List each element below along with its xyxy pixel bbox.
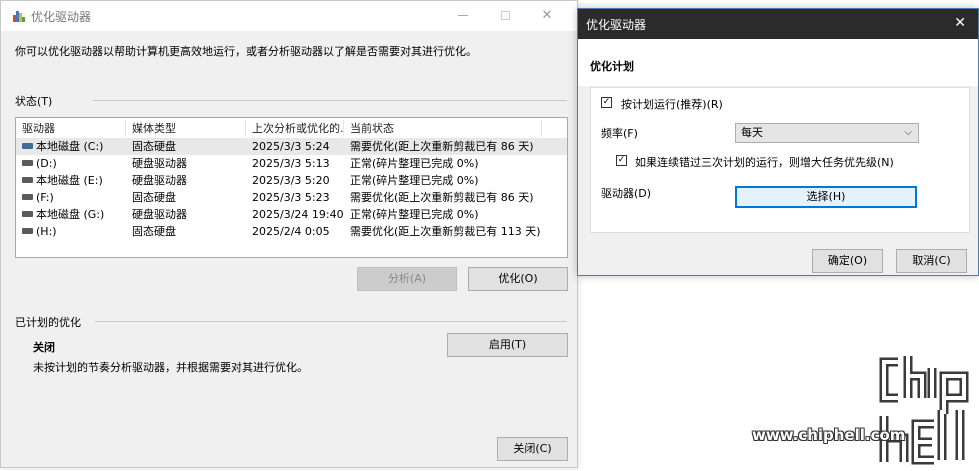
table-row[interactable]: 本地磁盘 (C:) 固态硬盘 2025/3/3 5:24 需要优化(距上次重新剪… [16, 138, 567, 155]
column-header-media-type[interactable]: 媒体类型 [126, 120, 246, 137]
status-cell: 需要优化(距上次重新剪裁已有 86 天) [350, 140, 534, 153]
window-close-button[interactable]: ✕ [527, 5, 567, 27]
minimize-icon [458, 15, 468, 16]
drive-list[interactable]: 驱动器 媒体类型 上次分析或优化的... 当前状态 本地磁盘 (C:) 固态硬盘… [15, 117, 568, 258]
media-type-cell: 硬盘驱动器 [132, 157, 187, 170]
last-run-cell: 2025/3/24 19:40 [252, 208, 344, 221]
main-titlebar[interactable]: 优化驱动器 ✕ [1, 1, 577, 31]
drive-name-cell: (D:) [16, 155, 126, 172]
dialog-titlebar[interactable]: 优化驱动器 ✕ [578, 9, 978, 39]
maximize-icon [500, 11, 510, 20]
increase-priority-checkbox[interactable]: ✓ [616, 155, 627, 166]
minimize-button[interactable] [443, 5, 483, 27]
optimize-button[interactable]: 优化(O) [468, 267, 568, 291]
status-cell: 正常(碎片整理已完成 0%) [350, 174, 479, 187]
close-icon: ✕ [954, 15, 966, 31]
drive-name-cell: 本地磁盘 (E:) [16, 172, 126, 189]
drive-name-cell: (F:) [16, 189, 126, 206]
close-button[interactable]: 关闭(C) [497, 437, 568, 461]
drive-name-cell: 本地磁盘 (G:) [16, 206, 126, 223]
defrag-app-icon [13, 10, 25, 22]
drive-name: (D:) [36, 157, 57, 170]
main-description: 你可以优化驱动器以帮助计算机更高效地运行，或者分析驱动器以了解是否需要对其进行优… [15, 45, 477, 58]
media-type-cell: 固态硬盘 [132, 191, 176, 204]
dialog-heading: 优化计划 [590, 60, 634, 73]
drive-list-header: 驱动器 媒体类型 上次分析或优化的... 当前状态 [16, 120, 567, 137]
ok-button[interactable]: 确定(O) [812, 249, 883, 273]
schedule-panel: ✓ 按计划运行(推荐)(R) 频率(F) 每天 ⌵ ✓ 如果连续错过三次计划的运… [590, 87, 970, 233]
scheduled-group-label: 已计划的优化 [15, 316, 81, 329]
schedule-description: 未按计划的节奏分析驱动器，并根据需要对其进行优化。 [33, 361, 308, 374]
drive-icon [22, 228, 33, 234]
close-icon: ✕ [541, 8, 553, 23]
optimize-drives-window: 优化驱动器 ✕ 你可以优化驱动器以帮助计算机更高效地运行，或者分析驱动器以了解是… [0, 0, 578, 468]
drives-label: 驱动器(D) [601, 187, 652, 200]
status-group-label: 状态(T) [15, 95, 53, 108]
media-type-cell: 固态硬盘 [132, 140, 176, 153]
system-drive-icon [22, 143, 33, 149]
table-row[interactable]: (D:) 硬盘驱动器 2025/3/3 5:13 正常(碎片整理已完成 0%) [16, 155, 567, 172]
status-divider [93, 100, 567, 101]
status-cell: 需要优化(距上次重新剪裁已有 86 天) [350, 191, 534, 204]
frequency-label: 频率(F) [601, 127, 638, 140]
drive-name: 本地磁盘 (E:) [36, 174, 103, 187]
last-run-cell: 2025/3/3 5:13 [252, 157, 330, 170]
main-window-title: 优化驱动器 [31, 10, 92, 24]
table-row[interactable]: 本地磁盘 (G:) 硬盘驱动器 2025/3/24 19:40 正常(碎片整理已… [16, 206, 567, 223]
analyze-button[interactable]: 分析(A) [357, 267, 457, 291]
drive-icon [22, 211, 33, 217]
dialog-header: 优化计划 [578, 39, 978, 86]
status-cell: 正常(碎片整理已完成 0%) [350, 208, 479, 221]
chevron-down-icon: ⌵ [904, 127, 912, 138]
drive-name: (F:) [36, 191, 54, 204]
run-on-schedule-checkbox[interactable]: ✓ [601, 97, 612, 108]
frequency-select[interactable]: 每天 ⌵ [735, 123, 919, 143]
watermark-text: www.chiphell.com [752, 426, 906, 444]
enable-button[interactable]: 启用(T) [447, 333, 568, 357]
cancel-button[interactable]: 取消(C) [896, 249, 967, 273]
drive-name: (H:) [36, 225, 57, 238]
drive-name: 本地磁盘 (G:) [36, 208, 105, 221]
drive-icon [22, 194, 33, 200]
media-type-cell: 固态硬盘 [132, 225, 176, 238]
table-row[interactable]: (H:) 固态硬盘 2025/2/4 0:05 需要优化(距上次重新剪裁已有 1… [16, 223, 567, 240]
last-run-cell: 2025/2/4 0:05 [252, 225, 330, 238]
column-header-status[interactable]: 当前状态 [344, 120, 542, 137]
status-cell: 正常(碎片整理已完成 0%) [350, 157, 479, 170]
optimization-schedule-dialog: 优化驱动器 ✕ 优化计划 ✓ 按计划运行(推荐)(R) 频率(F) 每天 ⌵ ✓… [577, 8, 979, 276]
table-row[interactable]: (F:) 固态硬盘 2025/3/3 5:23 需要优化(距上次重新剪裁已有 8… [16, 189, 567, 206]
drive-name-cell: 本地磁盘 (C:) [16, 138, 126, 155]
media-type-cell: 硬盘驱动器 [132, 174, 187, 187]
maximize-button[interactable] [485, 5, 525, 27]
chiphell-logo [879, 356, 969, 465]
table-row[interactable]: 本地磁盘 (E:) 硬盘驱动器 2025/3/3 5:20 正常(碎片整理已完成… [16, 172, 567, 189]
check-icon: ✓ [617, 155, 626, 165]
dialog-close-button[interactable]: ✕ [954, 15, 966, 31]
drive-name: 本地磁盘 (C:) [36, 140, 104, 153]
choose-drives-button[interactable]: 选择(H) [735, 186, 917, 208]
schedule-status: 关闭 [33, 341, 55, 354]
drive-icon [22, 160, 33, 166]
status-cell: 需要优化(距上次重新剪裁已有 113 天) [350, 225, 541, 238]
last-run-cell: 2025/3/3 5:24 [252, 140, 330, 153]
last-run-cell: 2025/3/3 5:20 [252, 174, 330, 187]
column-header-last-run[interactable]: 上次分析或优化的... [246, 120, 344, 137]
drive-icon [22, 177, 33, 183]
last-run-cell: 2025/3/3 5:23 [252, 191, 330, 204]
run-on-schedule-label[interactable]: 按计划运行(推荐)(R) [621, 96, 723, 112]
frequency-value: 每天 [741, 126, 763, 139]
scheduled-divider [95, 321, 567, 322]
dialog-title: 优化驱动器 [586, 18, 647, 32]
drive-name-cell: (H:) [16, 223, 126, 240]
media-type-cell: 硬盘驱动器 [132, 208, 187, 221]
column-header-drive[interactable]: 驱动器 [16, 120, 126, 137]
increase-priority-label[interactable]: 如果连续错过三次计划的运行，则增大任务优先级(N) [635, 154, 894, 170]
check-icon: ✓ [602, 97, 611, 107]
